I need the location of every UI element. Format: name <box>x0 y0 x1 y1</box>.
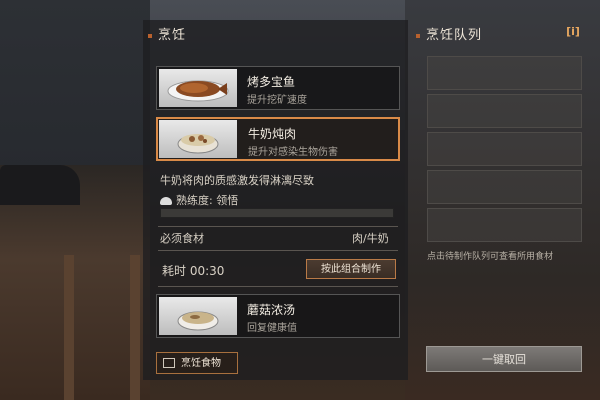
title-dot-icon <box>416 33 420 38</box>
recipe-name: 烤多宝鱼 <box>247 75 296 89</box>
recipe-desc: 提升挖矿速度 <box>247 95 307 106</box>
recipe-desc: 回复健康值 <box>247 323 297 334</box>
divider <box>158 226 398 227</box>
queue-title-text: 烹饪队列 <box>426 28 483 43</box>
grilled-fish-icon <box>167 80 229 102</box>
proficiency-label: 熟练度: 领悟 <box>176 194 239 207</box>
queue-slot[interactable] <box>427 56 582 90</box>
recipe-name: 牛奶炖肉 <box>248 127 297 141</box>
background-grill-lid <box>0 165 80 205</box>
recipe-thumbnail <box>159 69 237 107</box>
make-with-combo-button[interactable]: 按此组合制作 <box>306 259 396 279</box>
queue-hint: 点击待制作队列可查看所用食材 <box>427 252 554 262</box>
proficiency-bar <box>160 208 394 218</box>
milk-stew-icon <box>177 134 219 154</box>
recipe-desc: 提升对感染生物伤害 <box>248 147 338 158</box>
cook-food-icon <box>163 358 175 368</box>
recipe-thumbnail <box>159 297 237 335</box>
divider <box>158 286 398 287</box>
recipe-item-milk-stew[interactable]: 牛奶炖肉 提升对感染生物伤害 <box>156 117 400 161</box>
cook-time: 耗时 00:30 <box>162 264 225 278</box>
background-grill-leg <box>64 255 74 400</box>
title-dot-icon <box>148 33 152 38</box>
retrieve-all-button[interactable]: 一键取回 <box>426 346 582 372</box>
cook-food-button[interactable]: 烹饪食物 <box>156 352 238 374</box>
proficiency-row: 熟练度: 领悟 <box>160 192 238 208</box>
cooking-title-text: 烹饪 <box>158 28 187 43</box>
cook-food-label: 烹饪食物 <box>181 358 221 369</box>
queue-slot[interactable] <box>427 170 582 204</box>
recipe-item-grilled-turbot[interactable]: 烤多宝鱼 提升挖矿速度 <box>156 66 400 110</box>
queue-slot[interactable] <box>427 132 582 166</box>
recipe-thumbnail <box>159 120 237 158</box>
divider <box>158 250 398 251</box>
queue-panel-title: 烹饪队列 <box>416 24 482 43</box>
background-scene <box>0 0 150 170</box>
queue-slot[interactable] <box>427 94 582 128</box>
recipe-flavor-text: 牛奶将肉的质感激发得淋漓尽致 <box>160 174 314 187</box>
ingredients-label: 必须食材 <box>160 232 204 245</box>
queue-slot[interactable] <box>427 208 582 242</box>
info-icon: i <box>571 25 575 38</box>
mushroom-soup-icon <box>177 311 219 331</box>
ingredients-value: 肉/牛奶 <box>352 232 389 245</box>
cooking-panel-title: 烹饪 <box>148 24 186 43</box>
info-button[interactable]: [i] <box>564 24 582 40</box>
chef-hat-icon <box>160 197 172 205</box>
background-grill-leg <box>130 255 140 400</box>
recipe-item-mushroom-soup[interactable]: 蘑菇浓汤 回复健康值 <box>156 294 400 338</box>
recipe-name: 蘑菇浓汤 <box>247 303 296 317</box>
